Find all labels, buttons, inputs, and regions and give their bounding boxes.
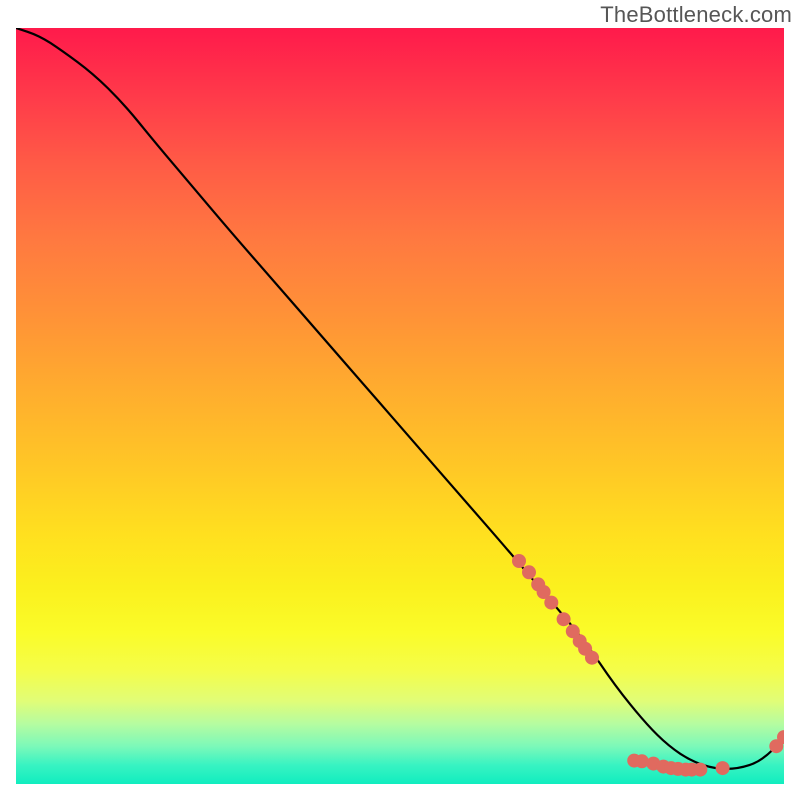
marker-dot <box>522 565 536 579</box>
marker-dot <box>544 596 558 610</box>
chart-container: TheBottleneck.com <box>0 0 800 800</box>
chart-overlay <box>16 28 784 784</box>
marker-dot <box>716 761 730 775</box>
marker-dot <box>693 763 707 777</box>
curve-line <box>16 28 784 769</box>
plot-area <box>16 28 784 784</box>
marker-dot <box>557 612 571 626</box>
marker-group <box>512 554 784 777</box>
marker-dot <box>512 554 526 568</box>
attribution-label: TheBottleneck.com <box>600 2 792 28</box>
marker-dot <box>585 651 599 665</box>
